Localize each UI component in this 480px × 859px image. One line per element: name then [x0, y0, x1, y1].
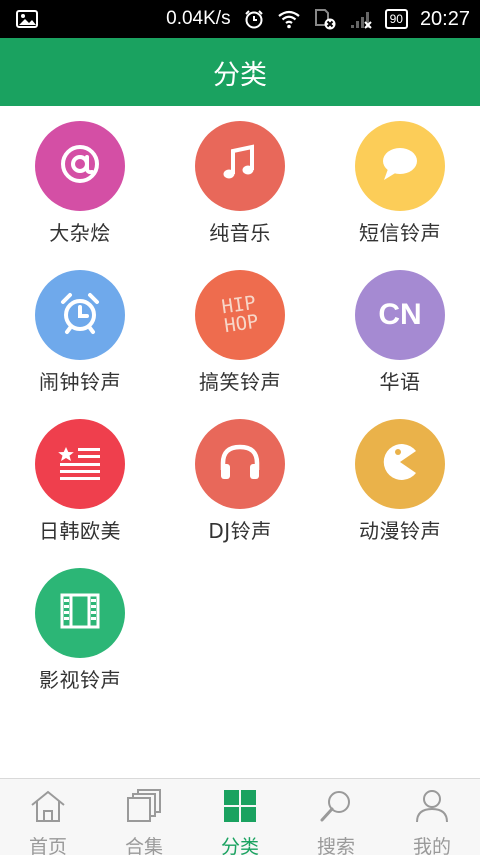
nav-label: 首页	[28, 836, 67, 858]
nav-label: 我的	[412, 836, 451, 858]
nav-item-home[interactable]: 首页	[0, 779, 96, 858]
wifi-icon	[277, 9, 301, 29]
category-item-dj-ringtone[interactable]: DJ铃声	[160, 404, 320, 544]
page-title: 分类	[213, 59, 267, 91]
category-item-alarm-ringtone[interactable]: 闹钟铃声	[0, 255, 160, 395]
category-item-variety[interactable]: 大杂烩	[0, 106, 160, 246]
category-icon-circle	[35, 419, 125, 509]
category-icon-circle: CN	[355, 270, 445, 360]
battery-icon: 90	[384, 9, 408, 29]
category-icon-circle	[35, 121, 125, 211]
category-icon-circle	[35, 568, 125, 658]
category-label: 日韩欧美	[39, 519, 121, 543]
category-icon-circle	[355, 121, 445, 211]
hiphop-icon: HIP HOP	[220, 292, 260, 338]
alarm-icon	[243, 8, 265, 30]
nav-item-collection[interactable]: 合集	[96, 779, 192, 858]
category-item-jpkr-western[interactable]: 日韩欧美	[0, 404, 160, 544]
nav-label: 合集	[124, 836, 163, 858]
category-icon-circle	[355, 419, 445, 509]
category-item-chinese[interactable]: CN 华语	[320, 255, 480, 395]
category-item-sms-ringtone[interactable]: 短信铃声	[320, 106, 480, 246]
hiphop-text-bottom: HOP	[222, 310, 260, 338]
category-label: DJ铃声	[208, 519, 272, 543]
search-icon	[317, 789, 355, 828]
home-icon	[29, 789, 67, 828]
grid-icon	[221, 789, 259, 828]
battery-level: 90	[389, 12, 403, 26]
category-label: 搞笑铃声	[199, 370, 281, 394]
nav-label: 分类	[220, 836, 259, 858]
category-label: 影视铃声	[39, 668, 121, 692]
film-icon	[60, 593, 100, 633]
status-bar: 0.04K/s 90 20:27	[0, 0, 480, 38]
alarm-clock-icon	[56, 289, 104, 341]
nav-item-search[interactable]: 搜索	[288, 779, 384, 858]
category-label: 大杂烩	[49, 221, 111, 245]
flag-icon	[58, 444, 102, 484]
category-label: 华语	[379, 370, 421, 394]
music-note-icon	[218, 142, 262, 190]
chat-bubble-icon	[376, 142, 424, 190]
clock: 20:27	[419, 7, 470, 30]
collection-icon	[125, 789, 163, 828]
pacman-icon	[378, 440, 422, 488]
at-sign-icon	[56, 140, 104, 192]
category-label: 纯音乐	[209, 221, 271, 245]
user-icon	[413, 789, 451, 828]
category-label: 闹钟铃声	[39, 370, 121, 394]
nav-item-mine[interactable]: 我的	[384, 779, 480, 858]
category-label: 动漫铃声	[359, 519, 441, 543]
network-speed: 0.04K/s	[166, 8, 231, 29]
category-icon-circle	[195, 121, 285, 211]
category-icon-circle: HIP HOP	[195, 270, 285, 360]
nav-label: 搜索	[316, 836, 355, 858]
category-icon-circle	[35, 270, 125, 360]
category-item-funny-ringtone[interactable]: HIP HOP 搞笑铃声	[160, 255, 320, 395]
category-item-pure-music[interactable]: 纯音乐	[160, 106, 320, 246]
signal-icon	[349, 9, 373, 29]
headphones-icon	[217, 440, 263, 488]
nav-item-category[interactable]: 分类	[192, 779, 288, 858]
category-item-film-tv-ringtone[interactable]: 影视铃声	[0, 553, 160, 693]
category-label: 短信铃声	[359, 221, 441, 245]
cn-icon: CN	[378, 298, 422, 331]
gallery-notification-icon	[16, 10, 38, 28]
category-icon-circle	[195, 419, 285, 509]
category-item-anime-ringtone[interactable]: 动漫铃声	[320, 404, 480, 544]
bottom-nav: 首页 合集 分类 搜索 我的	[0, 778, 480, 858]
sim-disabled-icon	[313, 8, 337, 30]
title-bar: 分类	[0, 38, 480, 106]
